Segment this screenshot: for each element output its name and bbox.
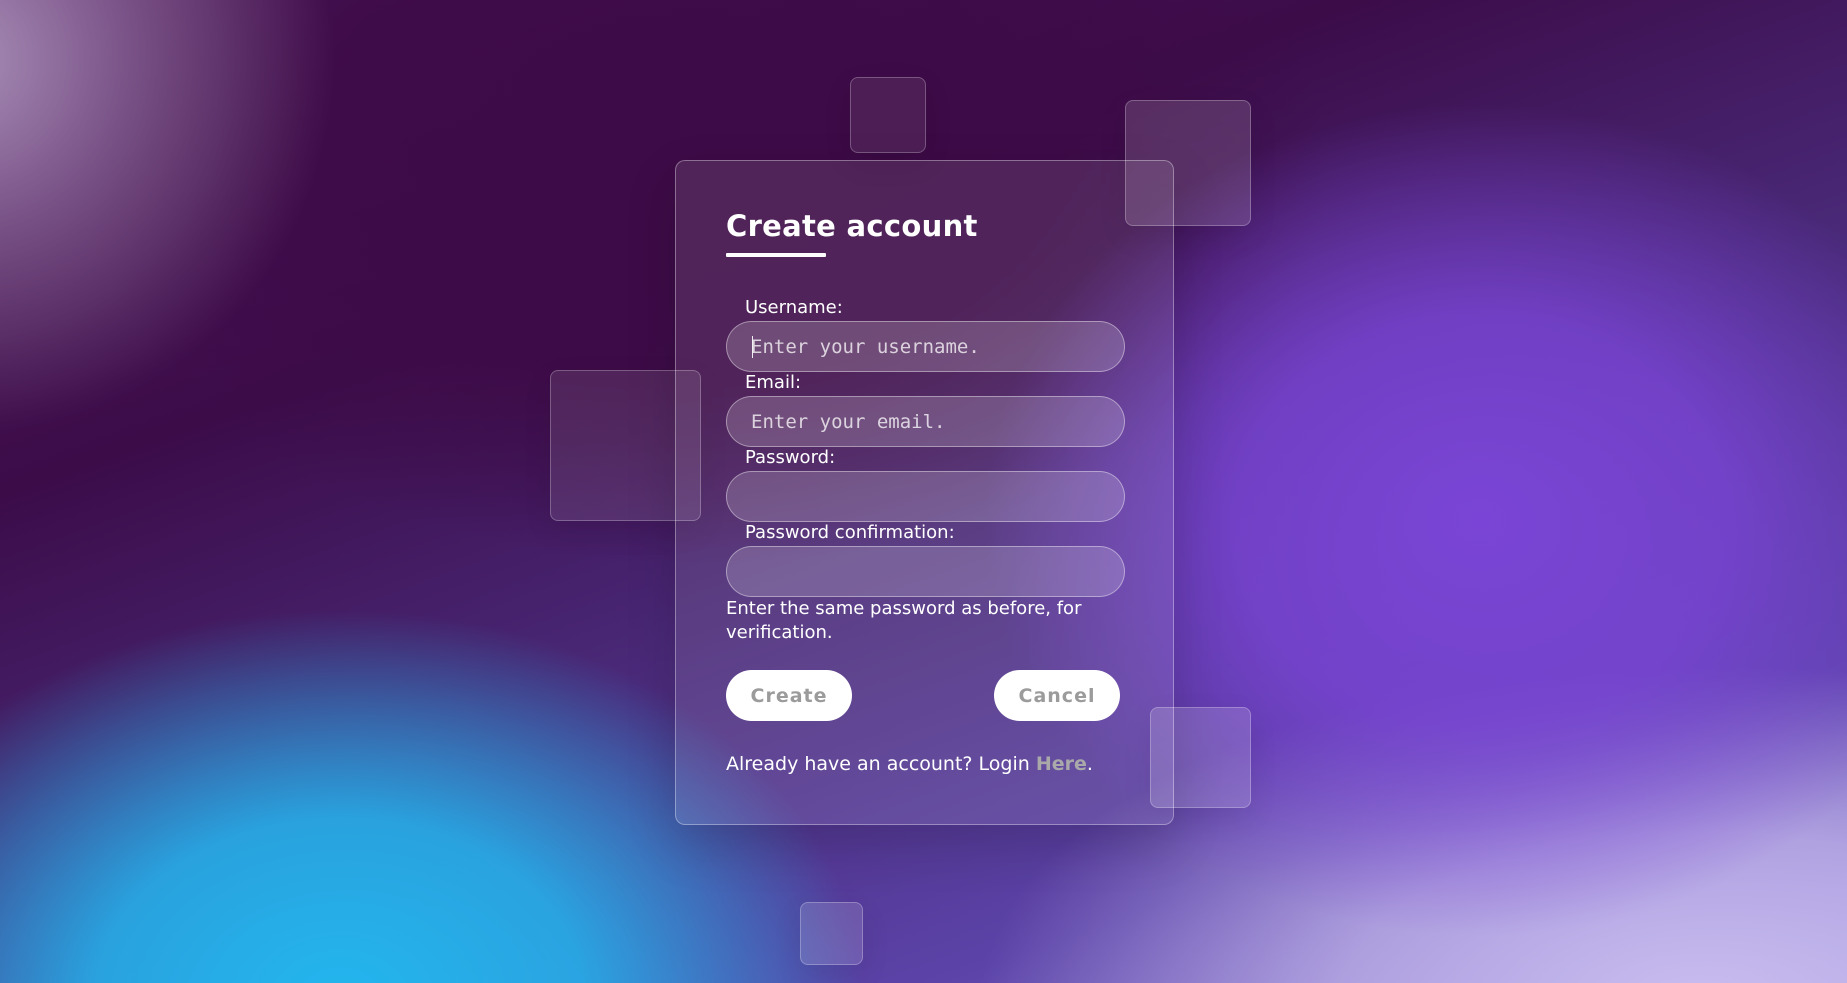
form-title: Create account bbox=[726, 209, 978, 243]
title-underline bbox=[726, 253, 826, 257]
password-help-text: Enter the same password as before, for v… bbox=[726, 598, 1082, 643]
password-confirmation-label: Password confirmation: bbox=[745, 522, 955, 543]
text-cursor bbox=[752, 336, 753, 358]
decorative-glass-square bbox=[1125, 100, 1251, 226]
email-label: Email: bbox=[745, 372, 802, 393]
login-prompt-suffix: . bbox=[1086, 753, 1093, 775]
decorative-glass-square bbox=[1150, 707, 1251, 808]
password-label: Password: bbox=[745, 447, 836, 468]
login-link[interactable]: Here bbox=[1036, 753, 1087, 775]
decorative-glass-square bbox=[800, 902, 863, 965]
email-input[interactable] bbox=[726, 396, 1125, 447]
password-confirmation-input[interactable] bbox=[726, 546, 1125, 597]
signup-card: Create account Username: Email: Password… bbox=[675, 160, 1174, 825]
username-label: Username: bbox=[745, 297, 843, 318]
login-prompt-text: Already have an account? Login bbox=[726, 753, 1036, 775]
login-prompt: Already have an account? Login Here. bbox=[726, 753, 1093, 775]
username-input[interactable] bbox=[726, 321, 1125, 372]
create-button[interactable]: Create bbox=[726, 670, 852, 721]
decorative-glass-square bbox=[850, 77, 926, 153]
cancel-button[interactable]: Cancel bbox=[994, 670, 1120, 721]
password-input[interactable] bbox=[726, 471, 1125, 522]
